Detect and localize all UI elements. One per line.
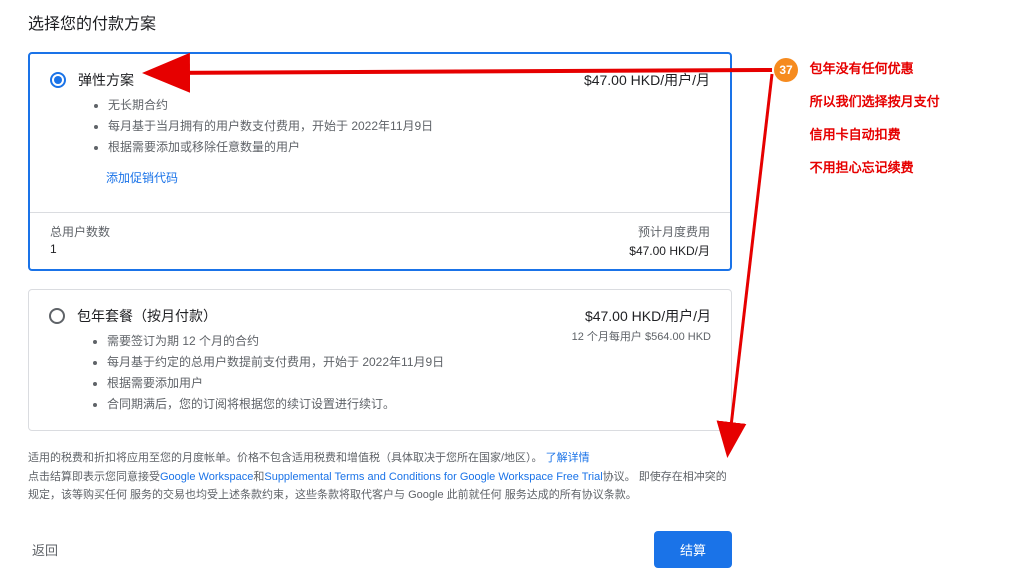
payment-page: 选择您的付款方案 弹性方案 无长期合约 每月基于当月拥有的用户数支付费用，开始于… xyxy=(0,0,760,568)
plan-flexible-title: 弹性方案 xyxy=(78,70,540,90)
feature-item: 无长期合约 xyxy=(108,96,540,113)
supplemental-terms-link[interactable]: Supplemental Terms and Conditions for Go… xyxy=(264,471,602,483)
legal-text: 适用的税费和折扣将应用至您的月度帐单。价格不包含适用税费和增值税（具体取决于您所… xyxy=(28,449,732,505)
plan-flexible-features: 无长期合约 每月基于当月拥有的用户数支付费用，开始于 2022年11月9日 根据… xyxy=(78,96,540,155)
radio-annual[interactable] xyxy=(49,308,65,324)
add-promo-link[interactable]: 添加促销代码 xyxy=(106,169,540,186)
plan-annual-title: 包年套餐（按月付款） xyxy=(77,306,541,326)
plan-annual-price: $47.00 HKD/用户/月 xyxy=(541,306,711,326)
feature-item: 合同期满后，您的订阅将根据您的续订设置进行续订。 xyxy=(107,395,541,412)
step-badge: 37 xyxy=(774,58,798,82)
users-label: 总用户数数 xyxy=(50,223,110,240)
plan-flexible[interactable]: 弹性方案 无长期合约 每月基于当月拥有的用户数支付费用，开始于 2022年11月… xyxy=(28,52,732,271)
back-button[interactable]: 返回 xyxy=(28,534,62,565)
plan-annual-features: 需要签订为期 12 个月的合约 每月基于约定的总用户数提前支付费用，开始于 20… xyxy=(77,332,541,412)
estimate-label: 预计月度费用 xyxy=(629,223,710,240)
feature-item: 根据需要添加用户 xyxy=(107,374,541,391)
learn-more-link[interactable]: 了解详情 xyxy=(546,452,590,464)
feature-item: 每月基于当月拥有的用户数支付费用，开始于 2022年11月9日 xyxy=(108,117,540,134)
page-title: 选择您的付款方案 xyxy=(28,10,732,34)
annotation-line: 不用担心忘记续费 xyxy=(810,157,940,176)
legal-line: 适用的税费和折扣将应用至您的月度帐单。价格不包含适用税费和增值税（具体取决于您所… xyxy=(28,452,543,464)
annotation-line: 所以我们选择按月支付 xyxy=(810,91,940,110)
estimate-value: $47.00 HKD/月 xyxy=(629,242,710,259)
checkout-button[interactable]: 结算 xyxy=(654,531,732,568)
annotation-notes: 37 包年没有任何优惠 所以我们选择按月支付 信用卡自动扣费 不用担心忘记续费 xyxy=(774,58,1004,190)
actions-bar: 返回 结算 xyxy=(28,531,732,568)
users-value: 1 xyxy=(50,242,110,256)
plan-flexible-price: $47.00 HKD/用户/月 xyxy=(540,70,710,90)
feature-item: 根据需要添加或移除任意数量的用户 xyxy=(108,138,540,155)
workspace-link[interactable]: Google Workspace xyxy=(160,471,253,483)
legal-line: 点击结算即表示您同意接受 xyxy=(28,471,160,483)
annotation-line: 包年没有任何优惠 xyxy=(810,58,940,77)
plan-annual[interactable]: 包年套餐（按月付款） 需要签订为期 12 个月的合约 每月基于约定的总用户数提前… xyxy=(28,289,732,431)
annotation-line: 信用卡自动扣费 xyxy=(810,124,940,143)
feature-item: 每月基于约定的总用户数提前支付费用，开始于 2022年11月9日 xyxy=(107,353,541,370)
plan-annual-subprice: 12 个月每用户 $564.00 HKD xyxy=(541,328,711,344)
feature-item: 需要签订为期 12 个月的合约 xyxy=(107,332,541,349)
plan-flexible-footer: 总用户数数 1 预计月度费用 $47.00 HKD/月 xyxy=(30,212,730,269)
radio-flexible[interactable] xyxy=(50,72,66,88)
legal-line: 和 xyxy=(253,471,264,483)
